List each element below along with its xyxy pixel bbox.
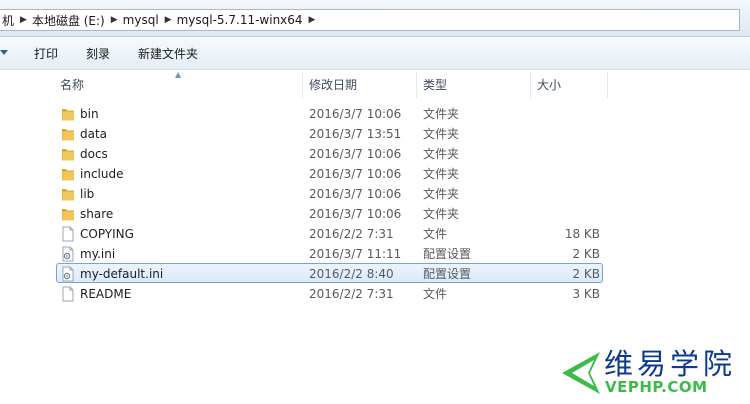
breadcrumb-item[interactable]: mysql ▶: [121, 10, 175, 30]
file-size: 18 KB: [564, 227, 600, 241]
burn-button[interactable]: 刻录: [86, 46, 110, 62]
file-size: [520, 106, 600, 122]
new-folder-button[interactable]: 新建文件夹: [138, 46, 198, 62]
file-date: 2016/3/7 10:06: [309, 207, 402, 221]
column-header-name[interactable]: 名称: [60, 76, 84, 94]
file-type: 文件: [423, 287, 448, 301]
settings-file-icon: [61, 246, 75, 262]
folder-icon: [61, 106, 75, 122]
folder-icon: [61, 166, 75, 182]
file-name: share: [80, 207, 114, 221]
file-name: data: [80, 127, 108, 141]
breadcrumb-item[interactable]: 机 ▶: [0, 10, 30, 30]
file-row[interactable]: include 2016/3/7 10:06 文件夹: [0, 164, 750, 184]
column-header-row: ▲ 名称 修改日期 类型 大小: [0, 70, 750, 98]
file-type: 文件夹: [423, 167, 460, 181]
file-type: 文件夹: [423, 187, 460, 201]
file-name: docs: [80, 147, 108, 161]
file-row[interactable]: docs 2016/3/7 10:06 文件夹: [0, 144, 750, 164]
file-icon: [61, 226, 75, 242]
column-divider[interactable]: [530, 72, 531, 98]
file-size: [520, 186, 600, 202]
file-size: [520, 206, 600, 222]
file-row[interactable]: share 2016/3/7 10:06 文件夹: [0, 204, 750, 224]
address-bar[interactable]: 机 ▶ 本地磁盘 (E:) ▶ mysql ▶ mysql-5.7.11-winx64 ▶: [0, 9, 740, 31]
file-type: 配置设置: [423, 267, 472, 281]
breadcrumb-chevron-icon[interactable]: ▶: [165, 15, 172, 25]
file-name: bin: [80, 107, 99, 121]
column-header-date[interactable]: 修改日期: [309, 76, 357, 94]
folder-icon: [61, 186, 75, 202]
breadcrumb-item[interactable]: 本地磁盘 (E:) ▶: [30, 10, 121, 30]
sort-ascending-icon: ▲: [175, 70, 182, 79]
breadcrumb-chevron-icon[interactable]: ▶: [309, 15, 316, 25]
folder-icon: [61, 206, 75, 222]
settings-file-icon: [61, 266, 75, 282]
file-row[interactable]: my.ini 2016/3/7 11:11 配置设置 2 KB: [0, 244, 750, 264]
file-row[interactable]: bin 2016/3/7 10:06 文件夹: [0, 104, 750, 124]
organize-dropdown-arrow-icon[interactable]: [0, 50, 8, 55]
file-name: README: [80, 287, 132, 301]
file-name: lib: [80, 187, 95, 201]
file-date: 2016/3/7 10:06: [309, 187, 402, 201]
print-button[interactable]: 打印: [34, 46, 58, 62]
file-type: 文件夹: [423, 107, 460, 121]
file-size: [520, 166, 600, 182]
file-date: 2016/3/7 10:06: [309, 107, 402, 121]
file-name: my-default.ini: [80, 267, 164, 281]
file-name: my.ini: [80, 247, 116, 261]
folder-icon: [61, 126, 75, 142]
folder-icon: [61, 146, 75, 162]
breadcrumb-chevron-icon[interactable]: ▶: [111, 15, 118, 25]
file-type: 文件夹: [423, 147, 460, 161]
file-size: [520, 126, 600, 142]
breadcrumb-label: mysql-5.7.11-winx64: [176, 13, 303, 27]
file-date: 2016/2/2 7:31: [309, 227, 394, 241]
file-date: 2016/3/7 10:06: [309, 167, 402, 181]
breadcrumb-chevron-icon[interactable]: ▶: [20, 15, 27, 25]
file-date: 2016/3/7 10:06: [309, 147, 402, 161]
file-row[interactable]: my-default.ini 2016/2/2 8:40 配置设置 2 KB: [0, 263, 750, 284]
address-bar-area: 机 ▶ 本地磁盘 (E:) ▶ mysql ▶ mysql-5.7.11-winx64 ▶: [0, 0, 750, 37]
watermark-subtitle: VEPHP.COM: [605, 378, 708, 396]
breadcrumb-item[interactable]: mysql-5.7.11-winx64 ▶: [175, 10, 319, 30]
breadcrumb-label: mysql: [122, 13, 159, 27]
file-date: 2016/3/7 13:51: [309, 127, 402, 141]
file-date: 2016/3/7 11:11: [309, 247, 402, 261]
file-type: 文件夹: [423, 207, 460, 221]
file-row[interactable]: README 2016/2/2 7:31 文件 3 KB: [0, 284, 750, 304]
command-toolbar: 打印 刻录 新建文件夹: [0, 37, 750, 70]
file-row[interactable]: COPYING 2016/2/2 7:31 文件 18 KB: [0, 224, 750, 244]
file-type: 文件夹: [423, 127, 460, 141]
file-row[interactable]: lib 2016/3/7 10:06 文件夹: [0, 184, 750, 204]
column-header-type[interactable]: 类型: [423, 76, 447, 94]
file-date: 2016/2/2 8:40: [309, 267, 394, 281]
file-name: include: [80, 167, 124, 181]
file-icon: [61, 286, 75, 302]
file-type: 配置设置: [423, 247, 472, 261]
file-type: 文件: [423, 227, 448, 241]
column-divider[interactable]: [302, 72, 303, 98]
column-header-size[interactable]: 大小: [537, 76, 561, 94]
column-divider[interactable]: [416, 72, 417, 98]
file-date: 2016/2/2 7:31: [309, 287, 394, 301]
file-size: 2 KB: [572, 247, 600, 261]
file-size: 3 KB: [572, 287, 600, 301]
file-row[interactable]: data 2016/3/7 13:51 文件夹: [0, 124, 750, 144]
column-divider[interactable]: [607, 72, 608, 98]
breadcrumb-label: 本地磁盘 (E:): [31, 13, 105, 28]
file-name: COPYING: [80, 227, 134, 241]
watermark-title: 维易学院: [604, 347, 737, 381]
file-size: 2 KB: [572, 267, 600, 281]
file-size: [520, 146, 600, 162]
breadcrumb-label: 机: [2, 13, 15, 28]
